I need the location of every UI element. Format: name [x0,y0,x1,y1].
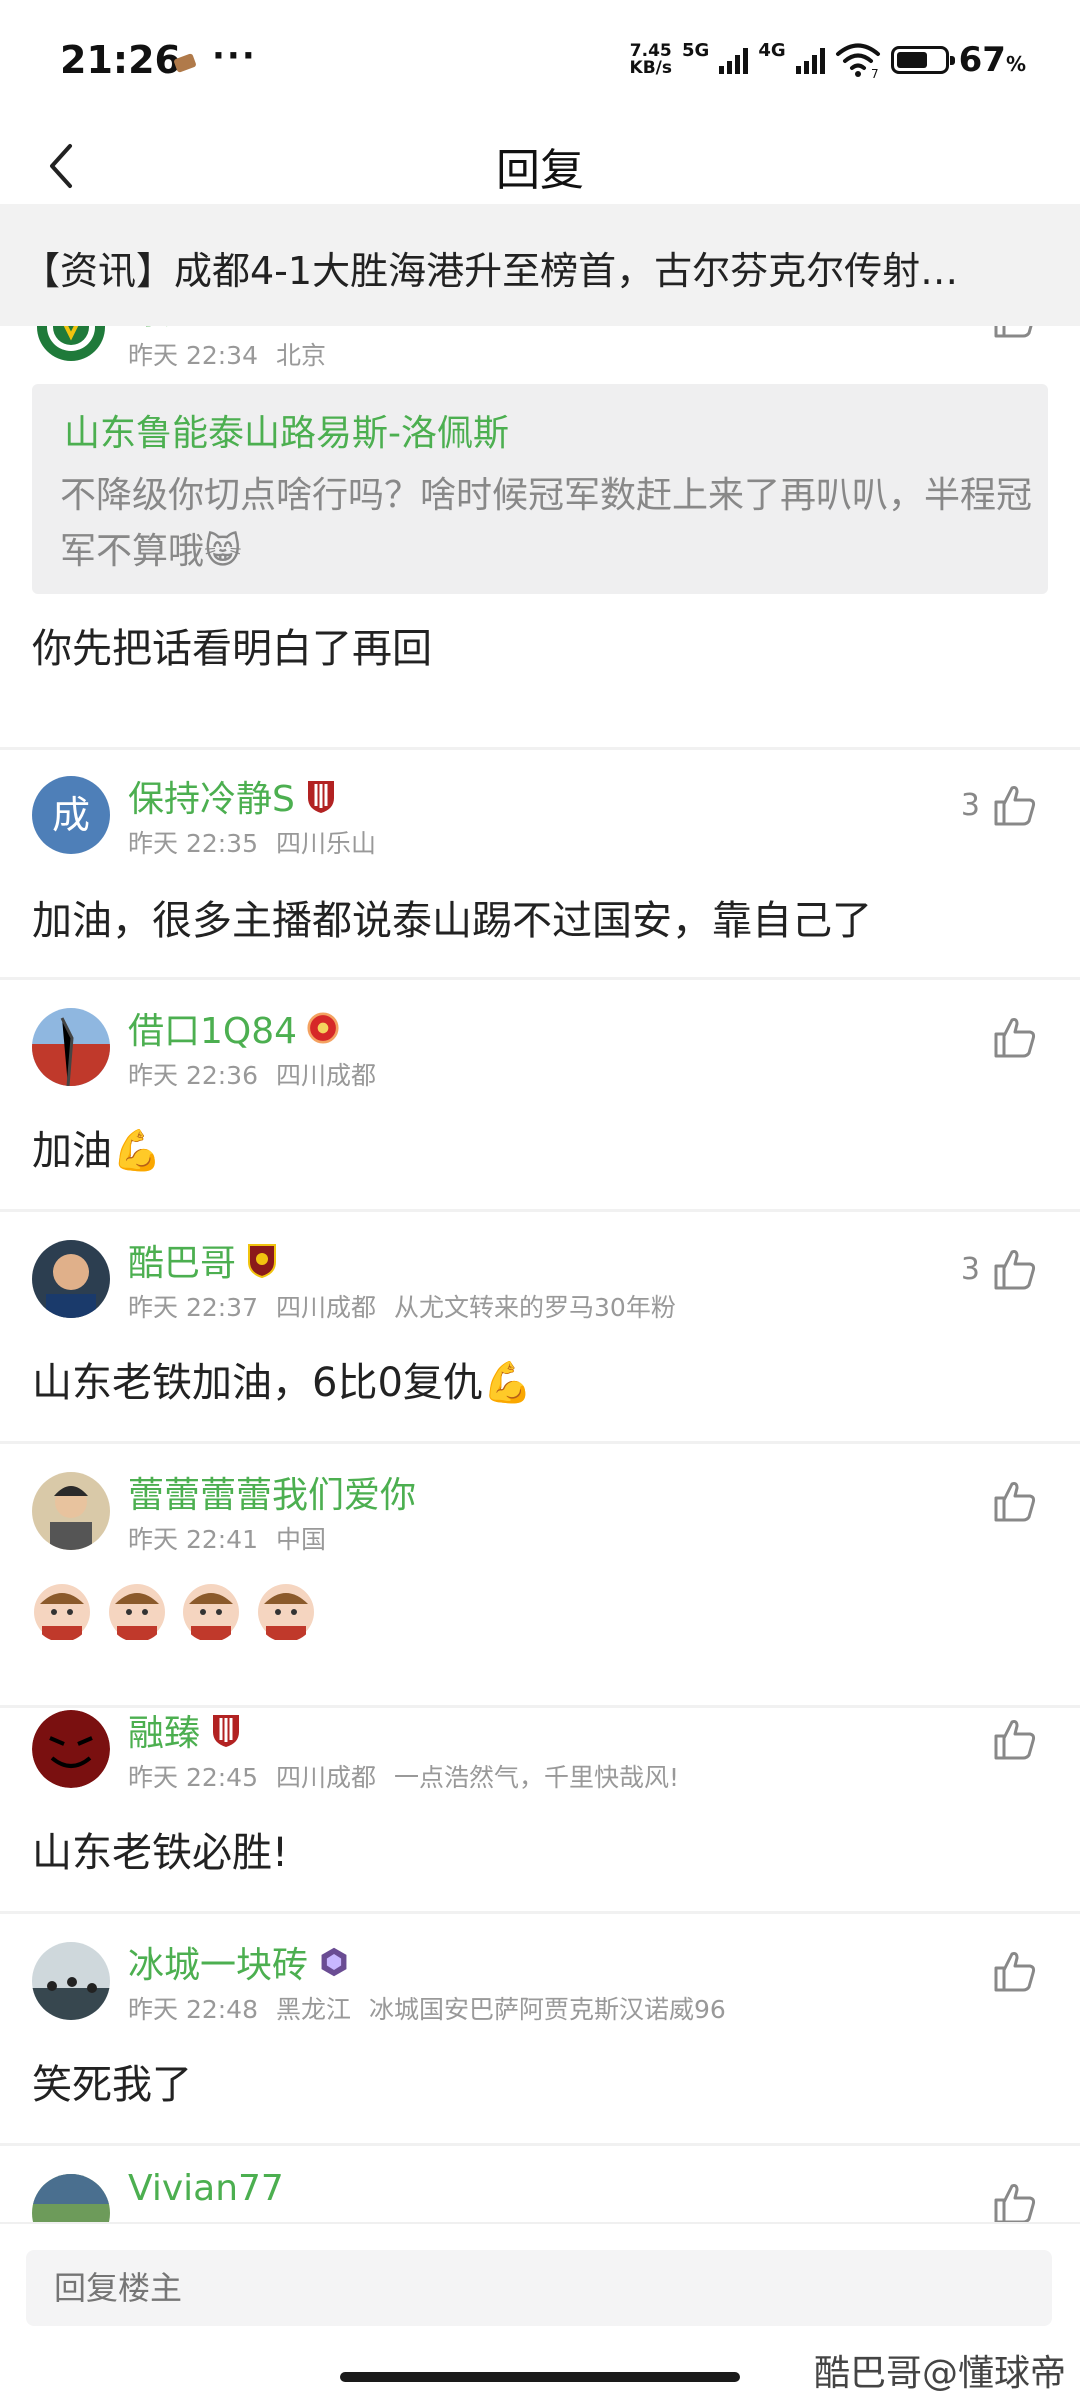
comment-text: 你先把话看明白了再回 [32,626,432,672]
username[interactable]: 融臻 [128,1704,242,1756]
article-title-bar[interactable]: 【资讯】成都4-1大胜海港升至榜首，古尔芬克尔传射… [0,204,1080,326]
divider [0,747,1080,750]
divider [0,1911,1080,1914]
comment-meta: 昨天 22:45 四川成都 一点浩然气，千里快哉风! [128,1763,680,1792]
sticker-row [32,1582,318,1652]
comment-meta: 昨天 22:35 四川乐山 [128,829,377,858]
thumbs-up-icon [994,1250,1036,1290]
divider [0,977,1080,980]
sticker-icon [108,1584,165,1640]
more-notifications-icon: ··· [212,36,257,76]
signal-icon-2 [795,46,825,74]
team-badge-icon [307,1012,339,1044]
list-item: 蕾蕾蕾蕾我们爱你 昨天 22:41 中国 [0,1472,1080,1708]
watermark: 酷巴哥@懂球帝 [813,2353,1066,2394]
comment-text: 加油💪 [32,1128,162,1174]
username[interactable]: Vivian77 [128,2168,284,2209]
avatar [32,1710,110,1788]
list-item: Vivian77 [0,2168,1080,2222]
avatar [37,326,105,361]
avatar: 成 [32,776,110,854]
thumbs-up-icon [994,1720,1036,1760]
list-item: 球迷22944602 昨天 22:34北京 山东鲁能泰山路易斯-洛佩斯 不降级你… [0,326,1080,750]
divider [0,1209,1080,1212]
sticker-icon [258,1584,315,1640]
avatar [32,1240,110,1318]
quoted-comment[interactable]: 山东鲁能泰山路易斯-洛佩斯 不降级你切点啥行吗？啥时候冠军数赶上来了再叭叭，半程… [32,384,1048,594]
page-title: 回复 [496,145,584,196]
comment-text: 加油，很多主播都说泰山踢不过国安，靠自己了 [32,898,872,944]
like-button[interactable]: 3 [961,780,1040,830]
like-button[interactable] [990,2178,1040,2222]
like-button[interactable] [990,1714,1040,1764]
list-item: 冰城一块砖 昨天 22:48 黑龙江 冰城国安巴萨阿贾克斯汉诺威96 笑死我了 [0,1942,1080,2146]
list-item: 融臻 昨天 22:45 四川成都 一点浩然气，千里快哉风! 山东老铁必胜! [0,1710,1080,1914]
status-bar: 21:26 ··· 7.45 KB/s 5G 4G 7 67% [0,0,1080,130]
top-bar: 回复 [0,130,1080,202]
comment-meta: 昨天 22:34 北京 [128,341,327,370]
like-button[interactable] [980,326,1040,342]
thumbs-up-icon [994,326,1033,338]
thumbs-up-icon [994,1952,1036,1992]
sticker-icon [183,1584,240,1640]
comment-text: 山东老铁加油，6比0复仇💪 [32,1360,533,1406]
list-item: 成 保持冷静S 昨天 22:35 四川乐山 3 加油，很多主播都说泰山踢不过国安，… [0,776,1080,980]
team-badge-icon [213,1715,240,1747]
username[interactable]: 保持冷静S [128,770,337,822]
battery-icon [890,46,955,74]
reply-bar: 酷巴哥@懂球帝 [0,2222,1080,2400]
divider [0,2143,1080,2146]
network-speed: 7.45 KB/s [629,41,672,78]
username[interactable]: 蕾蕾蕾蕾我们爱你 [128,1466,416,1518]
sticker-icon [34,1584,90,1640]
status-time: 21:26 [60,38,181,82]
avatar [32,1942,110,2020]
comment-meta: 昨天 22:36 四川成都 [128,1061,377,1090]
thumbs-up-icon [994,1018,1036,1058]
username[interactable]: 冰城一块砖 [128,1936,350,1988]
quoted-username[interactable]: 山东鲁能泰山路易斯-洛佩斯 [64,404,509,456]
list-item: 借口1Q84 昨天 22:36 四川成都 加油💪 [0,1008,1080,1212]
comment-list[interactable]: 球迷22944602 昨天 22:34北京 山东鲁能泰山路易斯-洛佩斯 不降级你… [0,326,1080,2222]
like-count: 3 [960,1251,980,1287]
network-4g-label: 4G [758,39,786,61]
comment-text: 山东老铁必胜! [32,1830,289,1876]
like-button[interactable] [990,1012,1040,1062]
quoted-text: 不降级你切点啥行吗？啥时候冠军数赶上来了再叭叭，半程冠军不算哦😸 [60,475,1033,572]
reply-input[interactable] [26,2250,1052,2326]
comment-meta: 昨天 22:48 黑龙江 冰城国安巴萨阿贾克斯汉诺威96 [128,1995,726,2024]
battery-percent: 67% [958,40,1026,80]
avatar [32,2174,110,2222]
divider [0,1441,1080,1444]
rank-badge-icon [321,1947,347,1977]
avatar [32,1472,110,1550]
like-count: 3 [960,787,980,823]
comment-text: 笑死我了 [32,2062,192,2108]
wifi-icon: 7 [835,43,880,79]
username[interactable]: 借口1Q84 [128,1002,339,1054]
comment-meta: 昨天 22:41 中国 [128,1525,327,1554]
like-button[interactable] [990,1476,1040,1526]
like-button[interactable] [990,1946,1040,1996]
home-indicator[interactable] [340,2372,740,2382]
thumbs-up-icon [994,2184,1036,2222]
username[interactable]: 球迷22944602 [128,326,425,334]
thumbs-up-icon [994,786,1036,826]
list-item: 酷巴哥 昨天 22:37 四川成都 从尤文转来的罗马30年粉 3 山东老铁加油，6比… [0,1240,1080,1444]
like-button[interactable]: 3 [961,1244,1040,1294]
avatar [32,1008,110,1086]
thumbs-up-icon [994,1482,1036,1522]
svg-text:7: 7 [871,67,879,79]
team-badge-icon [307,781,334,813]
username[interactable]: 酷巴哥 [128,1234,278,1286]
team-badge-icon [248,1244,277,1278]
signal-icon [719,46,749,74]
comment-meta: 昨天 22:37 四川成都 从尤文转来的罗马30年粉 [128,1293,676,1322]
network-5g-label: 5G [682,39,710,61]
